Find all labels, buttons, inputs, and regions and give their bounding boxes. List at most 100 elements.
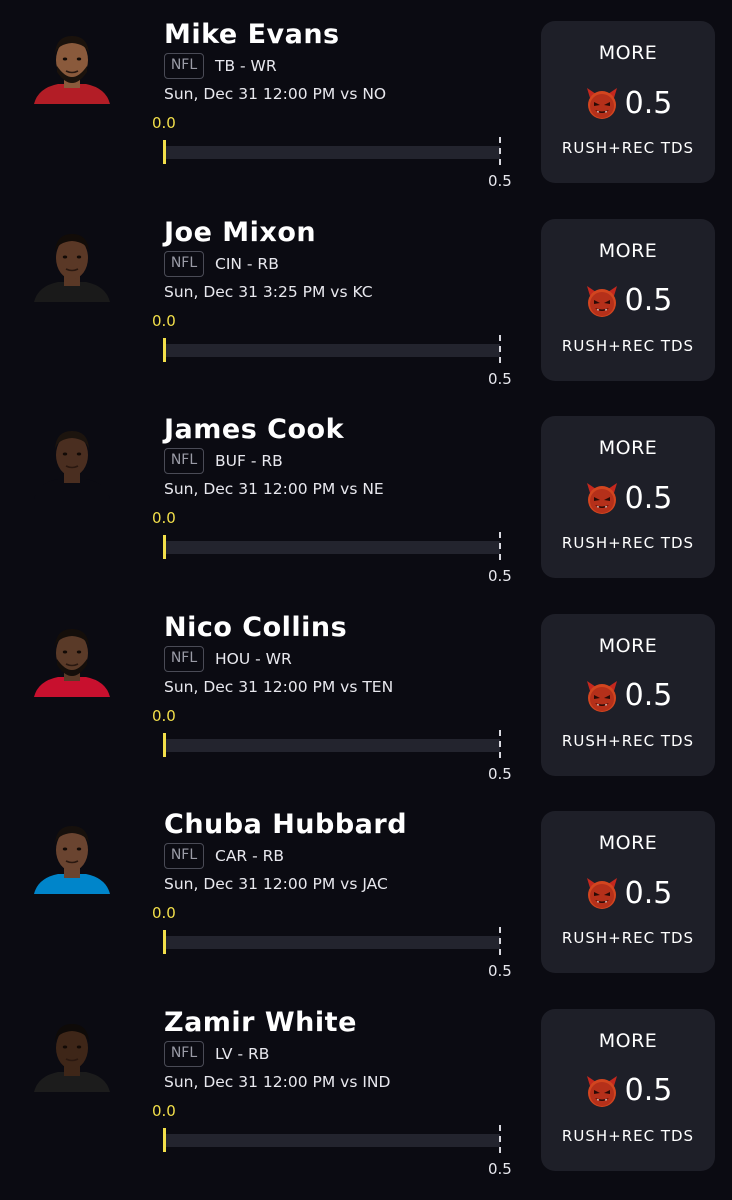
stat-type: RUSH+REC TDS <box>561 139 695 157</box>
target-marker <box>499 334 501 363</box>
league-badge: NFL <box>164 250 204 277</box>
pick-direction: MORE <box>598 1029 658 1052</box>
game-time: Sun, Dec 31 12:00 PM vs NO <box>164 85 387 103</box>
league-badge: NFL <box>164 645 204 672</box>
target-marker <box>499 137 501 165</box>
current-stat-value: 0.0 <box>152 311 176 330</box>
target-value: 0.5 <box>488 567 512 586</box>
pick-direction: MORE <box>598 437 658 460</box>
player-name[interactable]: Mike Evans <box>164 19 340 50</box>
player-headshot <box>30 220 114 302</box>
stat-type: RUSH+REC TDS <box>561 534 695 553</box>
pick-selection-card[interactable]: MORE 0.5 RUSH+REC TDS <box>541 218 715 381</box>
progress-track <box>164 738 500 752</box>
start-marker <box>163 140 166 164</box>
line-group: 0.5 <box>541 83 715 123</box>
target-value: 0.5 <box>488 172 512 190</box>
pick-direction: MORE <box>598 239 658 262</box>
target-marker <box>499 729 501 758</box>
team-position: HOU - WR <box>215 649 292 668</box>
demon-icon <box>584 678 620 714</box>
pick-list: Mike Evans NFL TB - WR Sun, Dec 31 12:00… <box>0 0 732 1200</box>
current-stat-value: 0.0 <box>152 509 176 528</box>
line-group: 0.5 <box>541 281 715 321</box>
line-value: 0.5 <box>624 1073 673 1109</box>
team-position: LV - RB <box>215 1044 270 1063</box>
demon-icon <box>584 480 620 516</box>
game-time: Sun, Dec 31 12:00 PM vs TEN <box>164 677 394 696</box>
line-value: 0.5 <box>624 875 673 911</box>
player-name[interactable]: James Cook <box>164 414 344 445</box>
pick-direction: MORE <box>598 42 658 64</box>
current-stat-value: 0.0 <box>152 904 176 923</box>
pick-row-1: Mike Evans NFL TB - WR Sun, Dec 31 12:00… <box>0 0 732 198</box>
target-marker <box>499 927 501 956</box>
progress-track <box>164 1133 500 1147</box>
target-value: 0.5 <box>488 369 512 388</box>
target-value: 0.5 <box>488 1159 512 1178</box>
player-name[interactable]: Joe Mixon <box>164 217 316 248</box>
pick-selection-card[interactable]: MORE 0.5 RUSH+REC TDS <box>541 613 715 776</box>
stat-type: RUSH+REC TDS <box>561 929 695 948</box>
target-marker <box>499 1124 501 1153</box>
current-stat-value: 0.0 <box>152 114 176 132</box>
game-time: Sun, Dec 31 3:25 PM vs KC <box>164 282 373 301</box>
start-marker <box>163 930 166 955</box>
pick-row-5: Chuba Hubbard NFL CAR - RB Sun, Dec 31 1… <box>0 790 732 988</box>
progress-track <box>164 936 500 950</box>
game-time: Sun, Dec 31 12:00 PM vs NE <box>164 480 384 499</box>
game-time: Sun, Dec 31 12:00 PM vs IND <box>164 1072 391 1091</box>
team-position: BUF - RB <box>215 452 283 471</box>
progress-track <box>164 146 500 159</box>
progress-track <box>164 343 500 357</box>
demon-icon <box>584 283 620 319</box>
current-stat-value: 0.0 <box>152 706 176 725</box>
player-name[interactable]: Nico Collins <box>164 612 347 643</box>
progress-track <box>164 541 500 555</box>
line-value: 0.5 <box>624 85 673 121</box>
player-name[interactable]: Chuba Hubbard <box>164 809 407 840</box>
start-marker <box>163 732 166 757</box>
team-position: CIN - RB <box>215 254 279 273</box>
pick-row-2: Joe Mixon NFL CIN - RB Sun, Dec 31 3:25 … <box>0 198 732 396</box>
line-group: 0.5 <box>541 478 715 518</box>
player-headshot <box>30 812 114 895</box>
player-headshot <box>30 615 114 697</box>
demon-icon <box>584 875 620 911</box>
league-badge: NFL <box>164 53 204 79</box>
line-group: 0.5 <box>541 1071 715 1111</box>
demon-icon <box>584 85 620 121</box>
start-marker <box>163 535 166 560</box>
current-stat-value: 0.0 <box>152 1101 176 1120</box>
player-headshot <box>30 22 114 104</box>
pick-direction: MORE <box>598 832 658 855</box>
target-value: 0.5 <box>488 764 512 783</box>
player-headshot <box>30 1010 114 1092</box>
pick-direction: MORE <box>598 634 658 657</box>
stat-type: RUSH+REC TDS <box>561 1126 695 1145</box>
player-headshot <box>30 417 114 500</box>
line-group: 0.5 <box>541 676 715 716</box>
start-marker <box>163 1127 166 1152</box>
player-name[interactable]: Zamir White <box>164 1007 357 1038</box>
pick-selection-card[interactable]: MORE 0.5 RUSH+REC TDS <box>541 21 715 183</box>
pick-row-4: Nico Collins NFL HOU - WR Sun, Dec 31 12… <box>0 593 732 791</box>
target-value: 0.5 <box>488 962 512 981</box>
target-marker <box>499 532 501 561</box>
pick-row-3: James Cook NFL BUF - RB Sun, Dec 31 12:0… <box>0 395 732 593</box>
league-badge: NFL <box>164 843 204 870</box>
line-value: 0.5 <box>624 283 673 319</box>
pick-selection-card[interactable]: MORE 0.5 RUSH+REC TDS <box>541 1008 715 1171</box>
stat-type: RUSH+REC TDS <box>561 731 695 750</box>
start-marker <box>163 337 166 362</box>
team-position: TB - WR <box>215 57 277 75</box>
line-value: 0.5 <box>624 480 673 516</box>
line-group: 0.5 <box>541 873 715 913</box>
stat-type: RUSH+REC TDS <box>561 336 695 355</box>
game-time: Sun, Dec 31 12:00 PM vs JAC <box>164 875 388 894</box>
pick-selection-card[interactable]: MORE 0.5 RUSH+REC TDS <box>541 416 715 579</box>
pick-selection-card[interactable]: MORE 0.5 RUSH+REC TDS <box>541 811 715 974</box>
league-badge: NFL <box>164 448 204 475</box>
line-value: 0.5 <box>624 678 673 714</box>
league-badge: NFL <box>164 1040 204 1067</box>
